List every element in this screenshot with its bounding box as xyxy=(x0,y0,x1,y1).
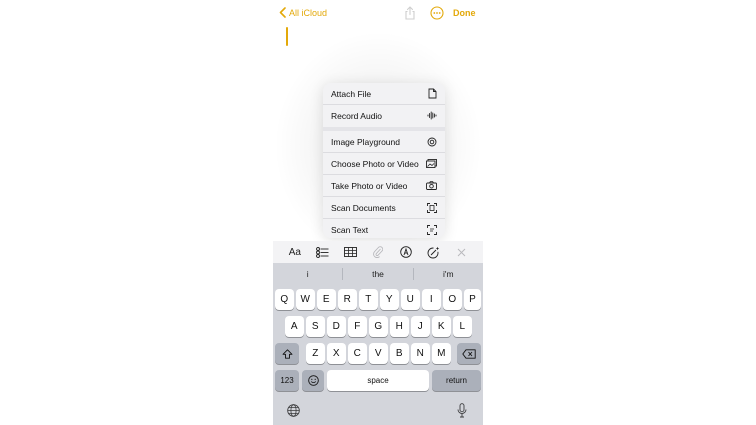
notes-screen: All iCloud Done Attach File Record Audio… xyxy=(273,0,483,425)
close-icon xyxy=(457,248,465,256)
numbers-key[interactable]: 123 xyxy=(275,370,299,391)
key-a[interactable]: A xyxy=(285,316,304,337)
attachment-button[interactable] xyxy=(368,242,388,262)
share-button[interactable] xyxy=(404,6,416,25)
camera-icon xyxy=(426,181,437,190)
key-j[interactable]: J xyxy=(411,316,430,337)
back-button[interactable]: All iCloud xyxy=(279,7,327,18)
format-button[interactable]: Aa xyxy=(285,242,305,262)
menu-item-record-audio[interactable]: Record Audio xyxy=(323,105,445,126)
backspace-icon xyxy=(462,348,476,359)
checklist-button[interactable] xyxy=(313,242,333,262)
shift-key[interactable] xyxy=(275,343,299,364)
key-h[interactable]: H xyxy=(390,316,409,337)
scan-text-icon xyxy=(427,224,437,235)
key-m[interactable]: M xyxy=(432,343,451,364)
key-o[interactable]: O xyxy=(443,289,462,310)
key-k[interactable]: K xyxy=(432,316,451,337)
playground-icon xyxy=(427,137,437,146)
checklist-icon xyxy=(316,246,329,258)
key-y[interactable]: Y xyxy=(380,289,399,310)
key-i[interactable]: I xyxy=(422,289,441,310)
table-button[interactable] xyxy=(340,242,360,262)
ellipsis-circle-icon xyxy=(430,6,444,20)
menu-item-scan-text[interactable]: Scan Text xyxy=(323,219,445,238)
photos-icon xyxy=(426,159,437,168)
key-t[interactable]: T xyxy=(359,289,378,310)
done-button[interactable]: Done xyxy=(453,8,476,18)
markup-button[interactable] xyxy=(396,242,416,262)
key-r[interactable]: R xyxy=(338,289,357,310)
nav-bar: All iCloud Done xyxy=(273,0,483,28)
key-l[interactable]: L xyxy=(453,316,472,337)
key-q[interactable]: Q xyxy=(275,289,294,310)
dictation-button[interactable] xyxy=(457,403,467,423)
suggestion-bar: i the i'm xyxy=(273,263,483,285)
document-icon xyxy=(428,88,437,99)
attachment-menu: Attach File Record Audio Image Playgroun… xyxy=(323,83,445,238)
key-s[interactable]: S xyxy=(306,316,325,337)
key-b[interactable]: B xyxy=(390,343,409,364)
key-g[interactable]: G xyxy=(369,316,388,337)
emoji-key[interactable] xyxy=(302,370,324,391)
paperclip-icon xyxy=(373,246,383,258)
menu-item-image-playground[interactable]: Image Playground xyxy=(323,131,445,152)
return-key[interactable]: return xyxy=(432,370,481,391)
writing-tools-button[interactable] xyxy=(423,242,443,262)
key-x[interactable]: X xyxy=(327,343,346,364)
globe-icon xyxy=(287,404,300,417)
key-f[interactable]: F xyxy=(348,316,367,337)
key-d[interactable]: D xyxy=(327,316,346,337)
suggestion-item[interactable]: i'm xyxy=(414,269,483,279)
menu-item-attach-file[interactable]: Attach File xyxy=(323,83,445,104)
table-icon xyxy=(343,247,357,257)
emoji-icon xyxy=(307,375,319,386)
key-p[interactable]: P xyxy=(464,289,481,310)
menu-item-take-photo[interactable]: Take Photo or Video xyxy=(323,175,445,196)
space-key[interactable]: space xyxy=(327,370,429,391)
suggestion-item[interactable]: i xyxy=(273,269,342,279)
sparkle-icon xyxy=(427,246,440,258)
microphone-icon xyxy=(457,403,467,418)
back-label: All iCloud xyxy=(289,7,328,18)
keyboard: i the i'm Q W E R T Y U I O P A S D F G … xyxy=(273,263,483,425)
key-c[interactable]: C xyxy=(348,343,367,364)
waveform-icon xyxy=(427,111,437,120)
delete-key[interactable] xyxy=(457,343,481,364)
suggestion-item[interactable]: the xyxy=(343,269,412,279)
key-z[interactable]: Z xyxy=(306,343,325,364)
key-e[interactable]: E xyxy=(317,289,336,310)
more-button[interactable] xyxy=(430,6,444,25)
close-toolbar-button[interactable] xyxy=(451,242,471,262)
key-w[interactable]: W xyxy=(296,289,315,310)
markup-icon xyxy=(399,246,412,258)
format-toolbar: Aa xyxy=(273,241,483,263)
menu-item-scan-documents[interactable]: Scan Documents xyxy=(323,197,445,218)
menu-item-choose-photo[interactable]: Choose Photo or Video xyxy=(323,153,445,174)
chevron-left-icon xyxy=(279,7,286,18)
scan-document-icon xyxy=(427,202,437,213)
key-n[interactable]: N xyxy=(411,343,430,364)
key-v[interactable]: V xyxy=(369,343,388,364)
shift-icon xyxy=(282,348,292,359)
key-u[interactable]: U xyxy=(401,289,420,310)
share-icon xyxy=(405,6,415,20)
globe-button[interactable] xyxy=(287,404,300,422)
